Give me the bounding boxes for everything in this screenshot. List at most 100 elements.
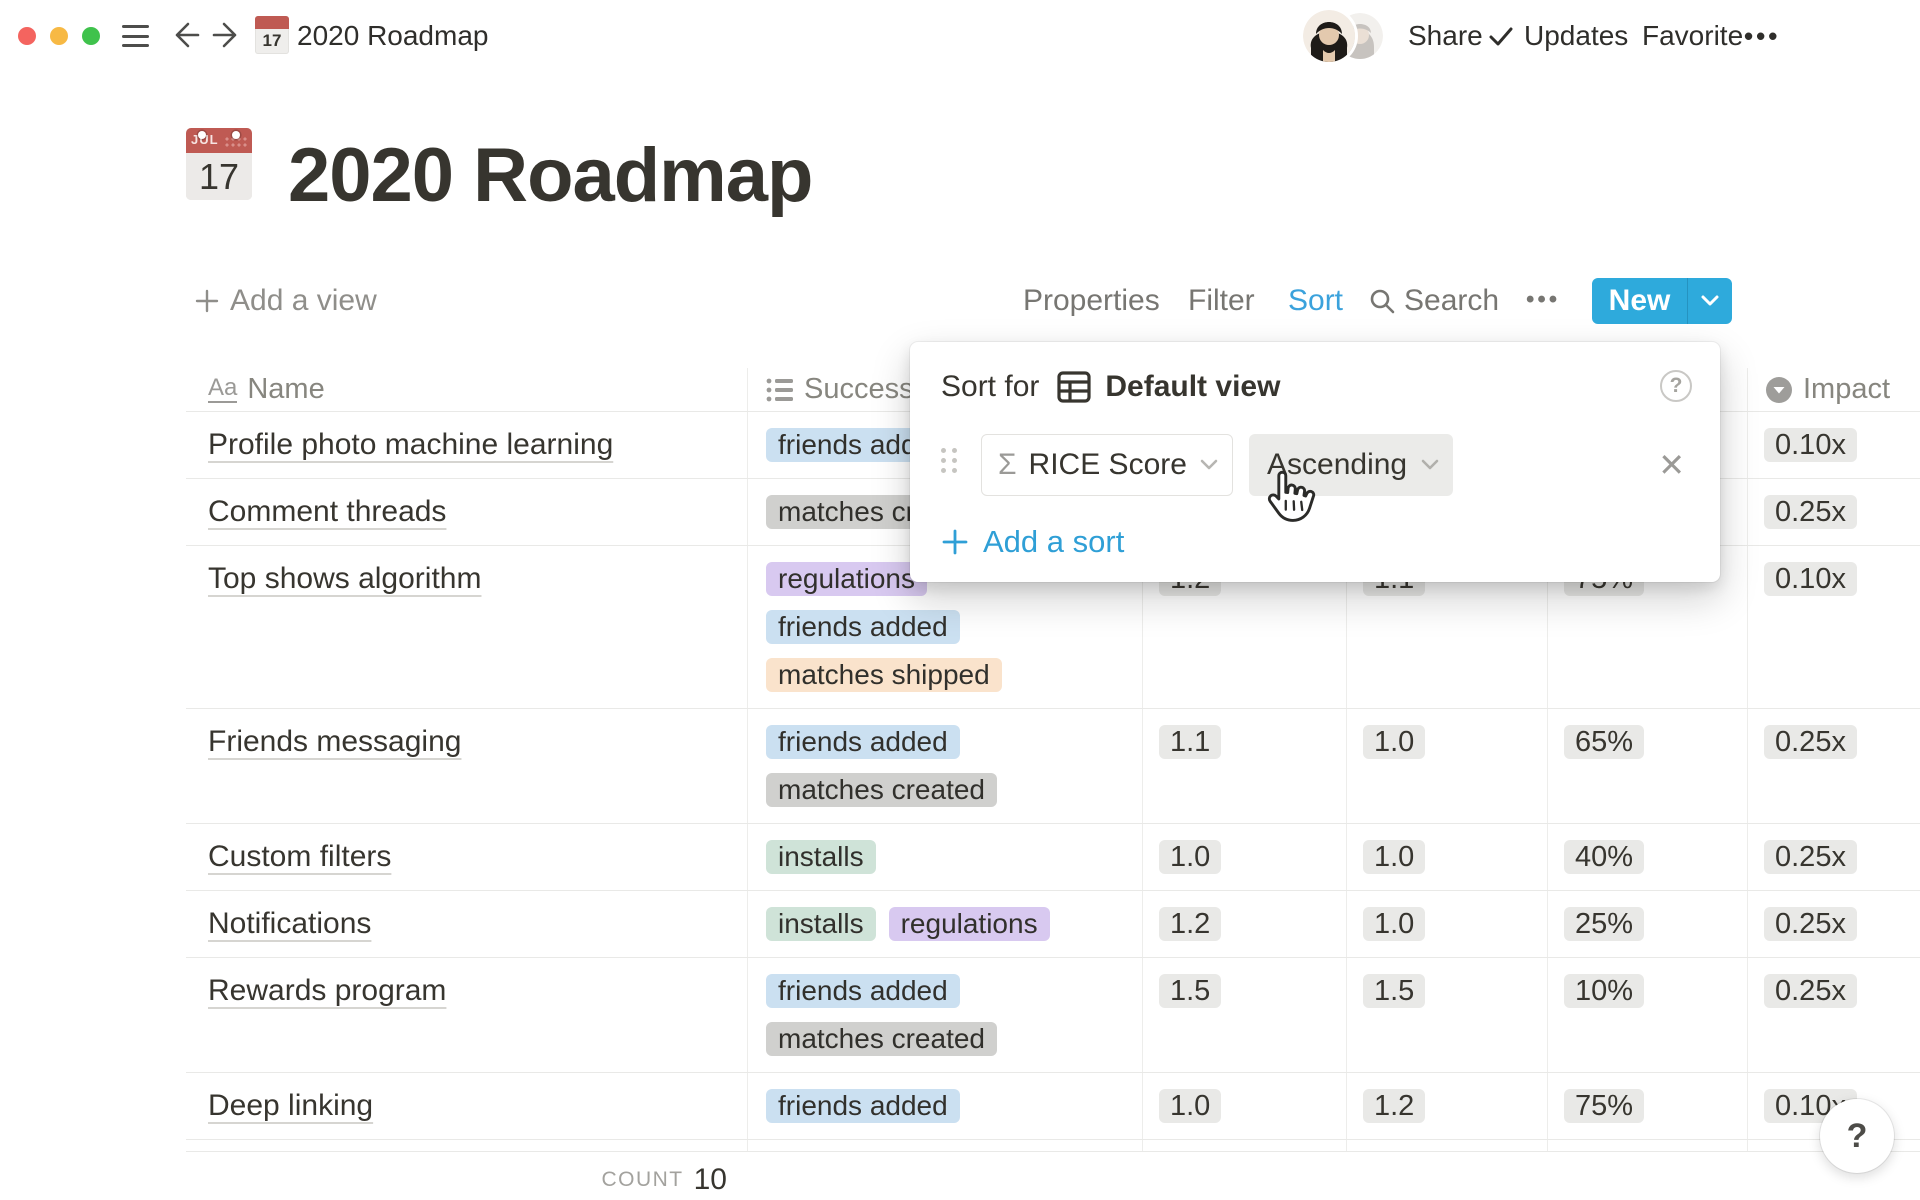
new-button[interactable]: New [1592, 278, 1732, 324]
row-name[interactable]: Comment threads [208, 495, 446, 528]
updates-button[interactable]: Updates [1487, 0, 1628, 72]
tag-blue[interactable]: friends added [766, 610, 960, 644]
row-tags[interactable]: installs regulations [747, 891, 1142, 957]
sort-field-select[interactable]: Σ RICE Score [981, 434, 1233, 496]
row-value-2[interactable]: 1.5 [1346, 958, 1547, 1072]
properties-button[interactable]: Properties [1023, 276, 1160, 326]
row-value-3[interactable]: 65% [1547, 709, 1747, 823]
chevron-down-icon[interactable] [1688, 294, 1732, 308]
tag-orange[interactable]: matches shipped [766, 658, 1002, 692]
value-pill[interactable]: 0.25x [1764, 725, 1857, 759]
topbar-more-icon[interactable]: ••• [1744, 0, 1780, 72]
notion-window: 17 2020 Roadmap Share Updates Favorite •… [0, 0, 1920, 1200]
row-value-1[interactable]: 1.0 [1142, 1073, 1346, 1139]
add-view-button[interactable]: Add a view [194, 276, 377, 326]
value-pill[interactable]: 1.5 [1363, 974, 1425, 1008]
column-header-impact[interactable]: Impact [1747, 368, 1920, 411]
value-pill[interactable]: 1.0 [1159, 1089, 1221, 1123]
row-name[interactable]: Deep linking [208, 1089, 373, 1122]
row-impact[interactable]: 0.25x [1747, 709, 1920, 823]
notion-help-button[interactable]: ? [1820, 1099, 1894, 1173]
row-impact[interactable]: 0.25x [1747, 479, 1920, 545]
value-pill[interactable]: 1.0 [1159, 840, 1221, 874]
value-pill[interactable]: 0.25x [1764, 974, 1857, 1008]
value-pill[interactable]: 0.25x [1764, 840, 1857, 874]
row-value-1[interactable]: 1.0 [1142, 824, 1346, 890]
row-value-1[interactable]: 1.5 [1142, 958, 1346, 1072]
row-value-2[interactable]: 1.2 [1346, 1073, 1547, 1139]
back-arrow-icon[interactable] [166, 17, 202, 53]
value-pill[interactable]: 65% [1564, 725, 1644, 759]
tag-purple[interactable]: regulations [766, 562, 927, 596]
value-pill[interactable]: 0.10x [1764, 428, 1857, 462]
value-pill[interactable]: 1.0 [1363, 907, 1425, 941]
close-window-button[interactable] [18, 27, 36, 45]
row-impact[interactable]: 0.25x [1747, 958, 1920, 1072]
value-pill[interactable]: 0.10x [1764, 562, 1857, 596]
value-pill[interactable]: 0.25x [1764, 495, 1857, 529]
value-pill[interactable]: 40% [1564, 840, 1644, 874]
favorite-button[interactable]: Favorite [1642, 0, 1743, 72]
row-impact[interactable]: 0.10x [1747, 412, 1920, 478]
row-name[interactable]: Rewards program [208, 974, 446, 1007]
row-tags[interactable]: installs [747, 824, 1142, 890]
tag-gray[interactable]: matches created [766, 1022, 997, 1056]
tag-green[interactable]: installs [766, 907, 876, 941]
share-button[interactable]: Share [1408, 0, 1483, 72]
row-name[interactable]: Friends messaging [208, 725, 461, 758]
value-pill[interactable]: 10% [1564, 974, 1644, 1008]
value-pill[interactable]: 25% [1564, 907, 1644, 941]
search-button[interactable]: Search [1368, 276, 1499, 326]
row-impact[interactable]: 0.25x [1747, 891, 1920, 957]
row-name[interactable]: Notifications [208, 907, 371, 940]
topbar-doc-title[interactable]: 2020 Roadmap [297, 0, 488, 72]
remove-sort-icon[interactable]: ✕ [1654, 445, 1689, 485]
forward-arrow-icon[interactable] [210, 17, 246, 53]
help-icon[interactable]: ? [1660, 370, 1692, 402]
row-value-2[interactable]: 1.0 [1346, 824, 1547, 890]
add-sort-button[interactable]: Add a sort [941, 524, 1124, 560]
tag-green[interactable]: installs [766, 840, 876, 874]
avatar[interactable] [1303, 10, 1355, 62]
value-pill[interactable]: 1.2 [1159, 907, 1221, 941]
sidebar-menu-icon[interactable] [122, 25, 149, 47]
minimize-window-button[interactable] [50, 27, 68, 45]
row-value-2[interactable]: 1.0 [1346, 709, 1547, 823]
row-value-3[interactable]: 75% [1547, 1073, 1747, 1139]
row-name[interactable]: Custom filters [208, 840, 391, 873]
row-value-1[interactable]: 1.1 [1142, 709, 1346, 823]
row-name[interactable]: Top shows algorithm [208, 562, 481, 595]
value-pill[interactable]: 0.25x [1764, 907, 1857, 941]
count-calc[interactable]: COUNT 10 [186, 1152, 747, 1200]
value-pill[interactable]: 1.0 [1363, 840, 1425, 874]
row-name[interactable]: Profile photo machine learning [208, 428, 613, 461]
row-impact[interactable]: 0.25x [1747, 824, 1920, 890]
drag-handle-icon[interactable] [941, 448, 963, 482]
toolbar-more-icon[interactable]: ••• [1526, 276, 1560, 326]
tag-blue[interactable]: friends added [766, 974, 960, 1008]
row-value-3[interactable]: 25% [1547, 891, 1747, 957]
column-header-name[interactable]: Aa Name [186, 368, 747, 411]
value-pill[interactable]: 1.2 [1363, 1089, 1425, 1123]
sort-button[interactable]: Sort [1288, 276, 1343, 326]
row-tags[interactable]: friends added [747, 1073, 1142, 1139]
filter-button[interactable]: Filter [1188, 276, 1255, 326]
tag-blue[interactable]: friends added [766, 1089, 960, 1123]
row-impact[interactable]: 0.10x [1747, 546, 1920, 708]
sort-direction-select[interactable]: Ascending [1249, 434, 1453, 496]
row-value-1[interactable]: 1.2 [1142, 891, 1346, 957]
row-value-3[interactable]: 10% [1547, 958, 1747, 1072]
value-pill[interactable]: 1.0 [1363, 725, 1425, 759]
row-value-3[interactable]: 40% [1547, 824, 1747, 890]
row-value-2[interactable]: 1.0 [1346, 891, 1547, 957]
tag-gray[interactable]: matches created [766, 773, 997, 807]
tag-purple[interactable]: regulations [889, 907, 1050, 941]
row-tags[interactable]: friends added matches created [747, 709, 1142, 823]
value-pill[interactable]: 1.5 [1159, 974, 1221, 1008]
page-icon-calendar[interactable]: JUL 17 [186, 128, 252, 200]
value-pill[interactable]: 75% [1564, 1089, 1644, 1123]
value-pill[interactable]: 1.1 [1159, 725, 1221, 759]
tag-blue[interactable]: friends added [766, 725, 960, 759]
zoom-window-button[interactable] [82, 27, 100, 45]
row-tags[interactable]: friends added matches created [747, 958, 1142, 1072]
